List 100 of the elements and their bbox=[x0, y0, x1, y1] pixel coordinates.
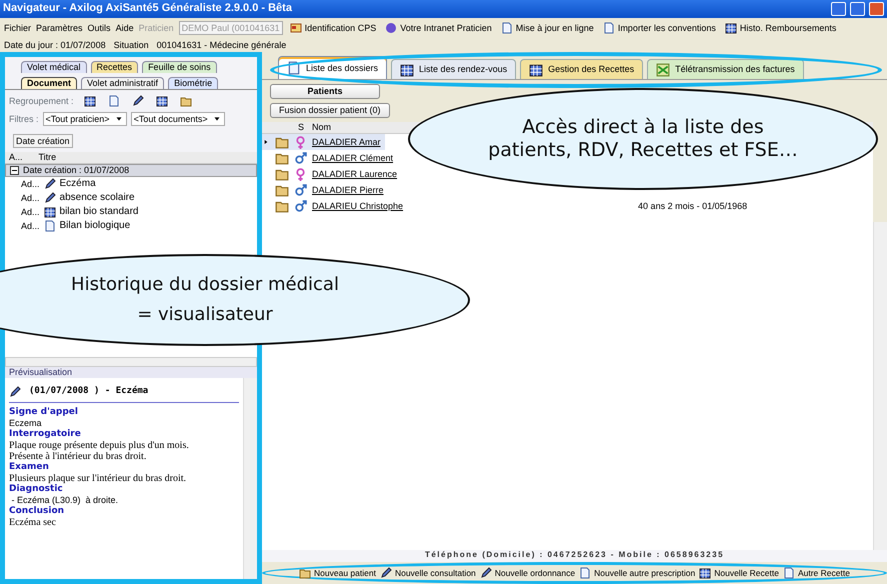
fusion-button[interactable]: Fusion dossier patient (0) bbox=[270, 103, 390, 118]
vertical-scrollbar[interactable] bbox=[243, 378, 257, 579]
situation-value: 001041631 - Médecine générale bbox=[156, 40, 286, 50]
folder-icon bbox=[180, 95, 192, 107]
situation-label: Situation bbox=[114, 40, 149, 50]
callout-text: patients, RDV, Recettes et FSE… bbox=[488, 139, 798, 162]
table-icon bbox=[84, 95, 96, 107]
toolbar-button[interactable]: Identification CPS bbox=[288, 21, 378, 35]
author-cell: Ad... bbox=[21, 178, 40, 190]
row-pointer-icon bbox=[262, 138, 270, 146]
maximize-button[interactable] bbox=[850, 2, 865, 16]
male-symbol-icon bbox=[294, 184, 307, 196]
patient-name[interactable]: DALADIER Amar bbox=[312, 136, 381, 148]
vertical-scrollbar[interactable] bbox=[873, 222, 887, 550]
panel-tab[interactable]: Biométrie bbox=[168, 77, 218, 89]
date-label: Date du jour : 01/07/2008 bbox=[4, 40, 106, 50]
section-heading: Diagnostic bbox=[9, 484, 64, 495]
author-cell: Ad... bbox=[21, 220, 40, 232]
column-header[interactable]: A... bbox=[9, 152, 23, 163]
action-button[interactable]: Nouvelle Recette bbox=[697, 566, 781, 580]
panel-tab[interactable]: Volet administratif bbox=[81, 77, 164, 89]
table-row[interactable]: DALADIER Laurence bbox=[262, 166, 402, 182]
callout-text: = visualisateur bbox=[137, 304, 273, 326]
menu-item[interactable]: Aide bbox=[116, 22, 134, 34]
male-symbol-icon bbox=[294, 200, 307, 212]
table-row[interactable]: DALARIEU Christophe 40 ans 2 mois - 01/05/1968 bbox=[262, 198, 752, 214]
field-label: Filtres : bbox=[9, 114, 39, 124]
preview-text: Eczéma sec bbox=[9, 516, 57, 528]
preview-text: Présente à l'intérieur du bras droit. bbox=[9, 450, 148, 462]
patient-name[interactable]: DALARIEU Christophe bbox=[312, 200, 404, 212]
action-button[interactable]: Nouvelle ordonnance bbox=[478, 566, 578, 580]
preview-text: - Eczéma (L30.9) à droite. bbox=[12, 494, 120, 505]
table-icon bbox=[529, 62, 544, 76]
table-row[interactable]: DALADIER Clément bbox=[262, 150, 398, 166]
document-title[interactable]: Bilan biologique bbox=[60, 220, 130, 232]
document-title[interactable]: bilan bio standard bbox=[60, 206, 138, 218]
author-cell: Ad... bbox=[21, 192, 40, 204]
patient-name[interactable]: DALADIER Pierre bbox=[312, 184, 384, 196]
card-icon bbox=[290, 22, 302, 34]
panel-tab[interactable]: Volet médical bbox=[21, 61, 87, 73]
toolbar-button[interactable] bbox=[82, 94, 98, 108]
female-symbol-icon bbox=[294, 168, 307, 180]
phone-info: Téléphone (Domicile) : 0467252623 - Mobile : 0658963235 bbox=[262, 550, 887, 562]
page-icon bbox=[579, 567, 592, 579]
page-icon bbox=[108, 95, 120, 107]
action-button[interactable]: Nouveau patient bbox=[297, 566, 378, 580]
pencil-icon bbox=[9, 386, 21, 398]
page-icon bbox=[500, 22, 513, 34]
folder-icon bbox=[275, 199, 289, 213]
tab[interactable]: Télétransmission des factures bbox=[647, 59, 804, 79]
callout-text: Historique du dossier médical bbox=[71, 274, 339, 296]
close-button[interactable] bbox=[869, 2, 884, 16]
patient-name[interactable]: DALADIER Laurence bbox=[312, 168, 398, 180]
field-label: Praticien bbox=[138, 22, 174, 34]
horizontal-scrollbar[interactable] bbox=[5, 357, 257, 367]
circle-icon bbox=[385, 22, 398, 34]
female-symbol-icon bbox=[294, 136, 307, 148]
patient-name[interactable]: DALADIER Clément bbox=[312, 152, 394, 164]
menu-item[interactable]: Outils bbox=[88, 22, 111, 34]
menu-item[interactable]: Paramètres bbox=[36, 22, 83, 34]
section-heading: Examen bbox=[9, 462, 50, 473]
column-header[interactable]: Nom bbox=[312, 122, 332, 133]
table-icon bbox=[724, 22, 737, 34]
toolbar-button[interactable]: Histo. Remboursements bbox=[722, 21, 838, 35]
toolbar-button[interactable]: Mise à jour en ligne bbox=[498, 21, 596, 35]
table-row[interactable]: DALADIER Amar bbox=[262, 134, 385, 150]
toolbar-button[interactable] bbox=[154, 94, 170, 108]
preview-text: Eczema bbox=[9, 418, 43, 429]
tab[interactable]: Gestion des Recettes bbox=[520, 59, 644, 79]
page-icon bbox=[782, 567, 795, 579]
toolbar-button[interactable]: Importer les conventions bbox=[600, 21, 718, 35]
author-cell: Ad... bbox=[21, 206, 40, 218]
filter-select[interactable]: <Tout praticien> bbox=[42, 112, 127, 126]
tab[interactable]: Liste des rendez-vous bbox=[391, 59, 516, 79]
expander-icon[interactable] bbox=[10, 166, 19, 175]
pencil-icon bbox=[480, 567, 492, 579]
male-symbol-icon bbox=[294, 152, 307, 164]
patients-button[interactable]: Patients bbox=[270, 84, 380, 99]
panel-tab[interactable]: Feuille de soins bbox=[142, 61, 217, 73]
minimize-button[interactable] bbox=[831, 2, 846, 16]
document-title[interactable]: Eczéma bbox=[60, 178, 96, 190]
arrows-icon bbox=[656, 62, 670, 76]
column-header[interactable]: S bbox=[298, 122, 304, 133]
document-title[interactable]: absence scolaire bbox=[60, 192, 135, 204]
group-by-chip[interactable]: Date création bbox=[13, 134, 73, 148]
action-button[interactable]: Nouvelle autre prescription bbox=[577, 566, 698, 580]
toolbar-button[interactable]: Votre Intranet Praticien bbox=[383, 21, 494, 35]
filter-select[interactable]: <Tout documents> bbox=[130, 112, 225, 126]
menu-item[interactable]: Fichier bbox=[4, 22, 32, 34]
column-header[interactable]: Titre bbox=[38, 152, 56, 163]
panel-tab[interactable]: Recettes bbox=[90, 61, 138, 73]
patient-age: 40 ans 2 mois - 01/05/1968 bbox=[638, 200, 748, 212]
window-title: Navigateur - Axilog AxiSanté5 Généraliste 2.9.0.0 - Bêta bbox=[3, 2, 293, 16]
action-button[interactable]: Nouvelle consultation bbox=[378, 566, 478, 580]
preview-heading: (01/07/2008 ) - Eczéma bbox=[29, 386, 148, 398]
folder-icon bbox=[299, 567, 312, 579]
folder-icon bbox=[275, 167, 289, 181]
panel-tab[interactable]: Document bbox=[21, 77, 78, 89]
table-row[interactable]: DALADIER Pierre bbox=[262, 182, 388, 198]
action-button[interactable]: Autre Recette bbox=[780, 566, 852, 580]
